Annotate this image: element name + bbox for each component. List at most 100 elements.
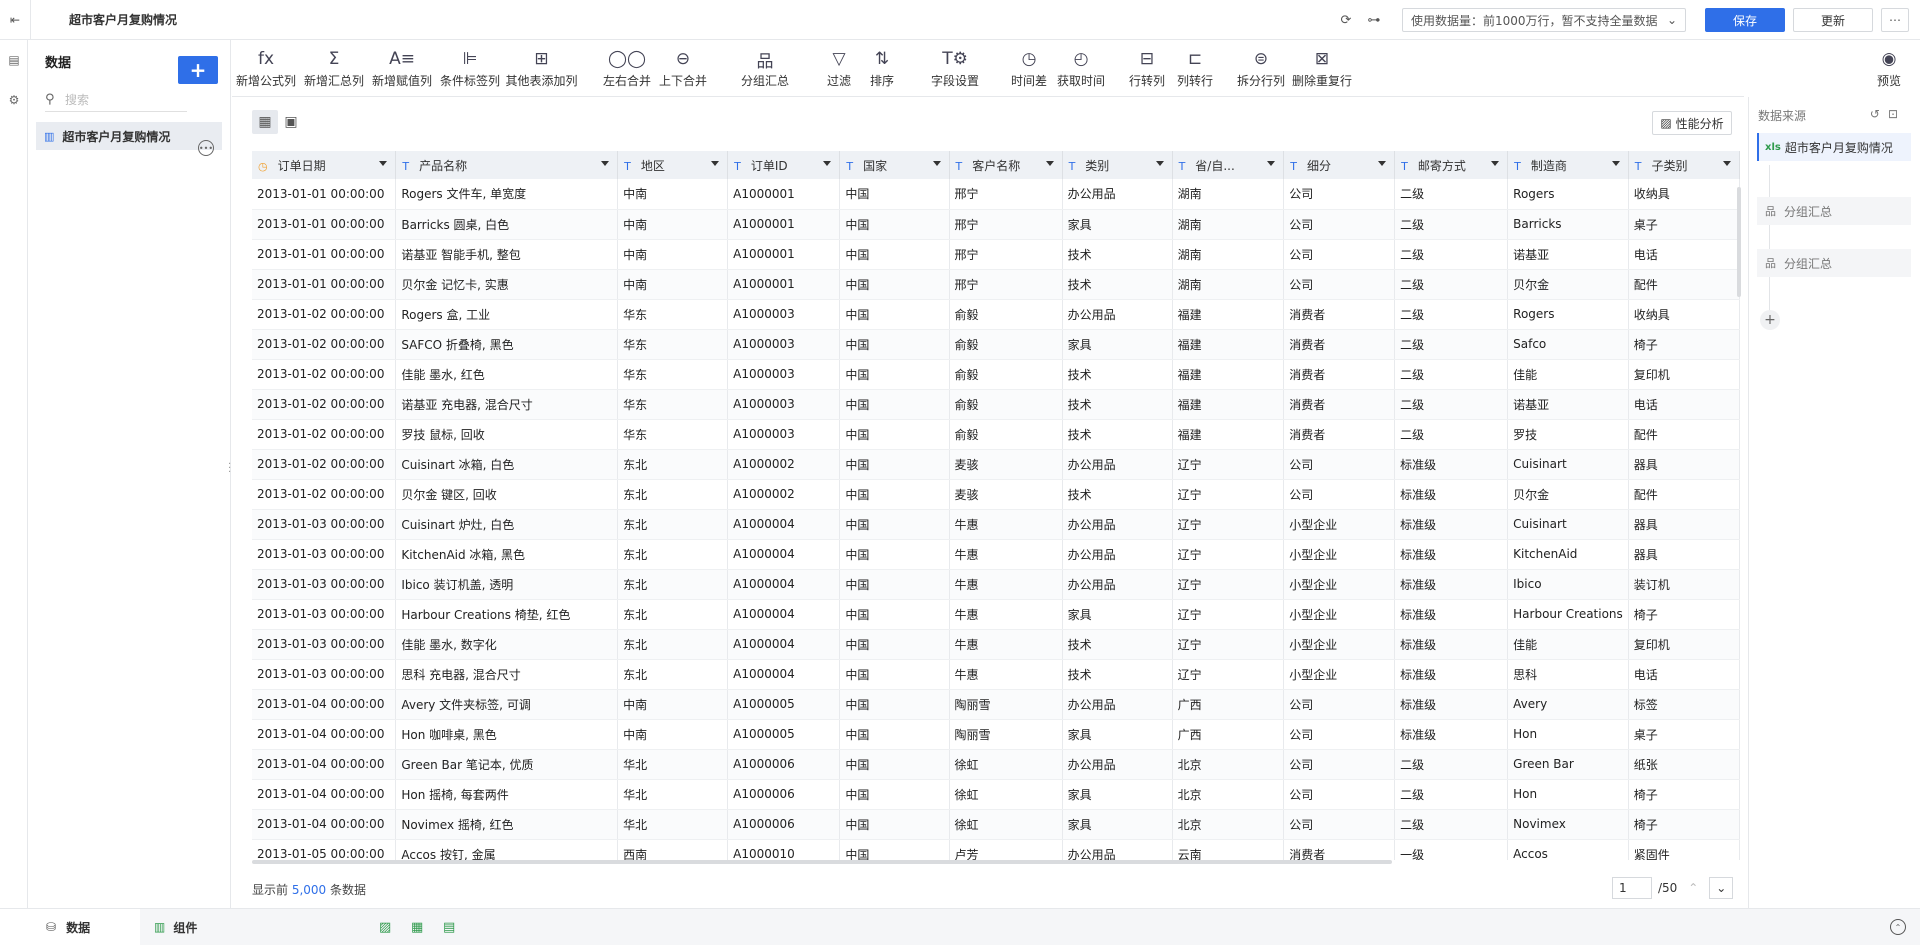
tool-3[interactable]: ⊫ 条件标签列 xyxy=(436,40,504,89)
table-cell[interactable]: 中国 xyxy=(839,359,950,390)
table-cell[interactable]: 贝尔金 xyxy=(1507,479,1629,510)
table-cell[interactable]: 麦骇 xyxy=(949,479,1063,510)
table-cell[interactable]: 标准级 xyxy=(1394,659,1509,690)
table-cell[interactable]: 小型企业 xyxy=(1283,539,1396,570)
table-cell[interactable]: 牛惠 xyxy=(949,569,1063,600)
column-header[interactable]: T 省/自... xyxy=(1172,151,1285,179)
table-cell[interactable]: 华东 xyxy=(617,329,729,360)
refresh-cycle-icon[interactable]: ⟳ xyxy=(1332,6,1360,34)
table-cell[interactable]: Cuisinart xyxy=(1507,509,1629,540)
table-cell[interactable]: Cuisinart 冰箱, 白色 xyxy=(395,449,619,480)
add-data-button[interactable]: + xyxy=(178,56,218,84)
table-cell[interactable]: Harbour Creations xyxy=(1507,599,1629,630)
table-cell[interactable]: 公司 xyxy=(1283,809,1396,840)
table-cell[interactable]: 家具 xyxy=(1062,209,1173,240)
table-cell[interactable]: 贝尔金 xyxy=(1507,269,1629,300)
tool-10[interactable]: T⚙ 字段设置 xyxy=(919,40,991,89)
table-cell[interactable]: 收纳具 xyxy=(1628,179,1740,210)
grid-view-icon[interactable]: ▦ xyxy=(252,110,278,134)
table-cell[interactable]: 消费者 xyxy=(1283,839,1396,860)
table-cell[interactable]: 小型企业 xyxy=(1283,659,1396,690)
table-cell[interactable]: 小型企业 xyxy=(1283,509,1396,540)
table-cell[interactable]: 俞毅 xyxy=(949,329,1063,360)
table-cell[interactable]: Novimex xyxy=(1507,809,1629,840)
table-cell[interactable]: 2013-01-01 00:00:00 xyxy=(252,209,397,240)
table-cell[interactable]: 中国 xyxy=(839,419,950,450)
table-cell[interactable]: 二级 xyxy=(1394,269,1509,300)
table-cell[interactable]: A1000003 xyxy=(727,389,841,420)
table-cell[interactable]: 装订机 xyxy=(1628,569,1740,600)
table-cell[interactable]: 中国 xyxy=(839,809,950,840)
table-cell[interactable]: 华东 xyxy=(617,389,729,420)
tool-2[interactable]: A≡ 新增赋值列 xyxy=(368,40,436,89)
table-cell[interactable]: 复印机 xyxy=(1628,629,1740,660)
table-cell[interactable]: 标准级 xyxy=(1394,479,1509,510)
table-cell[interactable]: 西南 xyxy=(617,839,729,860)
table-cell[interactable]: A1000003 xyxy=(727,419,841,450)
table-cell[interactable]: 公司 xyxy=(1283,449,1396,480)
table-cell[interactable]: 技术 xyxy=(1062,389,1173,420)
table-cell[interactable]: 中国 xyxy=(839,629,950,660)
performance-analysis-button[interactable]: ▨ 性能分析 xyxy=(1652,111,1732,135)
table-cell[interactable]: Accos xyxy=(1507,839,1629,860)
tool-5[interactable]: ◯◯ 左右合并 xyxy=(599,40,655,89)
exit-icon[interactable]: ⇤ xyxy=(0,0,30,40)
table-cell[interactable]: 湖南 xyxy=(1172,269,1285,300)
table-cell[interactable]: 公司 xyxy=(1283,239,1396,270)
table-cell[interactable]: 二级 xyxy=(1394,329,1509,360)
table-cell[interactable]: 2013-01-04 00:00:00 xyxy=(252,779,397,810)
table-cell[interactable]: 公司 xyxy=(1283,779,1396,810)
table-cell[interactable]: 技术 xyxy=(1062,659,1173,690)
table-cell[interactable]: 中国 xyxy=(839,509,950,540)
table-cell[interactable]: 消费者 xyxy=(1283,419,1396,450)
table-cell[interactable]: 消费者 xyxy=(1283,299,1396,330)
table-cell[interactable]: 中国 xyxy=(839,239,950,270)
table-cell[interactable]: 2013-01-02 00:00:00 xyxy=(252,449,397,480)
table-cell[interactable]: 消费者 xyxy=(1283,329,1396,360)
table-cell[interactable]: 公司 xyxy=(1283,749,1396,780)
table-cell[interactable]: 罗技 鼠标, 回收 xyxy=(395,419,619,450)
table-cell[interactable]: 中国 xyxy=(839,449,950,480)
table-cell[interactable]: 标准级 xyxy=(1394,449,1509,480)
table-cell[interactable]: Hon xyxy=(1507,779,1629,810)
table-cell[interactable]: 中国 xyxy=(839,389,950,420)
table-cell[interactable]: 牛惠 xyxy=(949,539,1063,570)
sort-caret-icon[interactable] xyxy=(1611,161,1620,166)
table-cell[interactable]: 中国 xyxy=(839,779,950,810)
table-cell[interactable]: 中国 xyxy=(839,179,950,210)
table-cell[interactable]: 纸张 xyxy=(1628,749,1740,780)
table-cell[interactable]: 中南 xyxy=(617,689,729,720)
table-cell[interactable]: 公司 xyxy=(1283,719,1396,750)
table-cell[interactable]: A1000002 xyxy=(727,449,841,480)
table-cell[interactable]: 电话 xyxy=(1628,239,1740,270)
sort-caret-icon[interactable] xyxy=(932,161,941,166)
table-cell[interactable]: 中南 xyxy=(617,269,729,300)
tool-13[interactable]: ⊟ 行转列 xyxy=(1123,40,1171,89)
table-cell[interactable]: 家具 xyxy=(1062,779,1173,810)
lineage-icon[interactable]: ⊶ xyxy=(1360,6,1388,34)
tool-16[interactable]: ⊠ 删除重复行 xyxy=(1289,40,1355,89)
table-cell[interactable]: 技术 xyxy=(1062,359,1173,390)
vertical-scrollbar[interactable] xyxy=(1737,187,1741,297)
table-cell[interactable]: 中国 xyxy=(839,659,950,690)
column-header[interactable]: T 国家 xyxy=(839,151,950,179)
table-cell[interactable]: 辽宁 xyxy=(1172,569,1285,600)
table-cell[interactable]: 福建 xyxy=(1172,389,1285,420)
table-cell[interactable]: 2013-01-02 00:00:00 xyxy=(252,389,397,420)
table-cell[interactable]: 技术 xyxy=(1062,629,1173,660)
table-cell[interactable]: 中国 xyxy=(839,839,950,860)
table-cell[interactable]: 辽宁 xyxy=(1172,479,1285,510)
table-cell[interactable]: 中南 xyxy=(617,209,729,240)
table-cell[interactable]: 中国 xyxy=(839,299,950,330)
table-cell[interactable]: Barricks 圆桌, 白色 xyxy=(395,209,619,240)
table-cell[interactable]: 牛惠 xyxy=(949,509,1063,540)
table-cell[interactable]: Green Bar 笔记本, 优质 xyxy=(395,749,619,780)
table-cell[interactable]: 牛惠 xyxy=(949,629,1063,660)
table-cell[interactable]: A1000003 xyxy=(727,299,841,330)
table-cell[interactable]: 器具 xyxy=(1628,539,1740,570)
page-input[interactable]: 1 xyxy=(1612,877,1652,899)
table-cell[interactable]: 佳能 墨水, 红色 xyxy=(395,359,619,390)
table-cell[interactable]: 标准级 xyxy=(1394,689,1509,720)
tool-8[interactable]: ▽ 过滤 xyxy=(819,40,859,89)
table-cell[interactable]: 北京 xyxy=(1172,779,1285,810)
